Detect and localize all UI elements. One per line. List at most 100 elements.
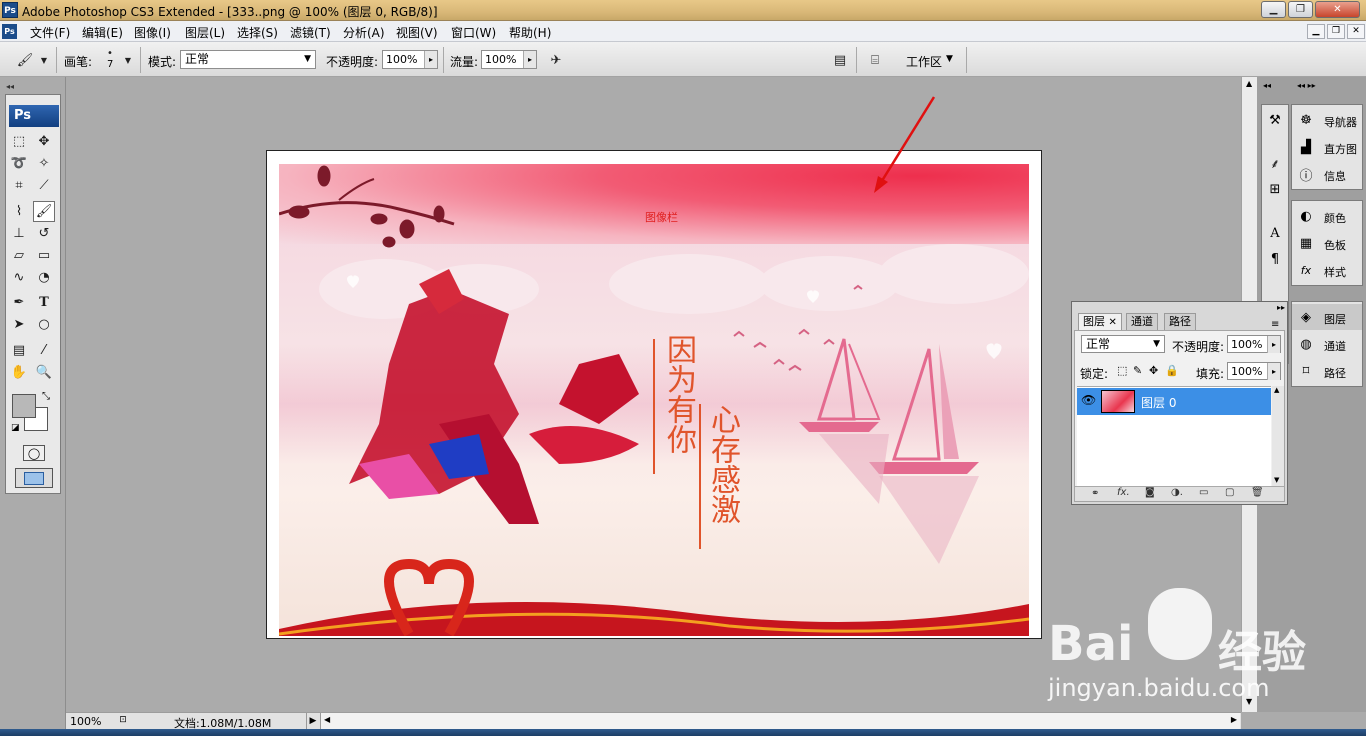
layer-row[interactable]: 👁 图层 0 (1077, 388, 1271, 415)
character-icon[interactable]: A (1264, 222, 1286, 244)
channels-tab[interactable]: ◍ 通道 (1292, 331, 1362, 357)
screen-mode-icon[interactable] (15, 468, 53, 488)
doc-close-button[interactable]: ✕ (1347, 24, 1365, 39)
swap-colors-icon[interactable]: ⤡ (42, 391, 50, 402)
lock-position-icon[interactable]: ✥ (1149, 364, 1158, 377)
zoom-icon[interactable]: ⊡ (116, 715, 130, 727)
navigator-tab[interactable]: ☸ 导航器 (1292, 107, 1362, 133)
shape-tool-icon[interactable]: ○ (33, 314, 55, 335)
magic-wand-tool-icon[interactable]: ✧ (33, 153, 55, 174)
foreground-color-swatch[interactable] (12, 394, 36, 418)
tab-paths[interactable]: 路径 (1164, 313, 1196, 330)
brush-tool-icon[interactable]: 🖌 (33, 201, 55, 222)
menu-image[interactable]: 图像(I) (134, 24, 171, 41)
collapse-icon[interactable]: ◂◂ (1263, 81, 1271, 90)
eye-icon[interactable]: 👁 (1081, 393, 1096, 407)
new-group-icon[interactable]: ▭ (1199, 487, 1208, 498)
collapse-icon[interactable]: ◂◂ (6, 82, 14, 91)
info-tab[interactable]: ⓘ 信息 (1292, 161, 1362, 187)
layer-name[interactable]: 图层 0 (1141, 394, 1176, 411)
menu-filter[interactable]: 滤镜(T) (290, 24, 331, 41)
lock-transparency-icon[interactable]: ⬚ (1117, 364, 1127, 377)
path-selection-tool-icon[interactable]: ➤ (8, 314, 30, 335)
swatches-tab[interactable]: ▦ 色板 (1292, 230, 1362, 256)
zoom-level[interactable]: 100% (70, 715, 101, 728)
lock-all-icon[interactable]: 🔒 (1165, 364, 1179, 377)
gradient-tool-icon[interactable]: ▭ (33, 245, 55, 266)
eraser-tool-icon[interactable]: ▱ (8, 245, 30, 266)
restore-button[interactable]: ❐ (1288, 1, 1313, 18)
palette-well-icon[interactable]: ▤ (830, 50, 850, 70)
notes-tool-icon[interactable]: ▤ (8, 340, 30, 361)
menu-edit[interactable]: 编辑(E) (82, 24, 123, 41)
tool-presets-icon[interactable]: ⚒ (1264, 109, 1286, 131)
menu-help[interactable]: 帮助(H) (509, 24, 551, 41)
move-tool-icon[interactable]: ✥ (33, 131, 55, 152)
doc-minimize-button[interactable]: ▁ (1307, 24, 1325, 39)
brush-dropdown-icon[interactable]: ▼ (122, 50, 134, 70)
brush-tip-icon[interactable]: • (103, 46, 117, 60)
clone-stamp-tool-icon[interactable]: ⊥ (8, 223, 30, 244)
styles-tab[interactable]: fx 样式 (1292, 257, 1362, 283)
mode-select[interactable]: 正常 ▼ (180, 50, 316, 69)
horizontal-scrollbar[interactable]: ◀ ▶ (320, 713, 1240, 729)
preset-dropdown-icon[interactable]: ▼ (38, 50, 50, 70)
pen-tool-icon[interactable]: ✒ (8, 292, 30, 313)
paths-tab[interactable]: ⌑ 路径 (1292, 358, 1362, 384)
workspace-button[interactable]: 工作区 (906, 53, 942, 70)
tab-layers[interactable]: 图层 ✕ (1078, 313, 1122, 330)
history-brush-tool-icon[interactable]: ↺ (33, 223, 55, 244)
lock-pixels-icon[interactable]: ✎ (1133, 364, 1142, 377)
marquee-tool-icon[interactable]: ⬚ (8, 131, 30, 152)
link-layers-icon[interactable]: ⚭ (1091, 488, 1099, 499)
clone-source-icon[interactable]: ⊞ (1264, 178, 1286, 200)
doc-restore-button[interactable]: ❐ (1327, 24, 1345, 39)
blur-tool-icon[interactable]: ∿ (8, 267, 30, 288)
blend-mode-select[interactable]: 正常 ▼ (1081, 335, 1165, 353)
quick-mask-icon[interactable]: ◯ (23, 445, 45, 461)
fill-input[interactable]: 100% ▸ (1227, 362, 1281, 380)
menu-file[interactable]: 文件(F) (30, 24, 70, 41)
eyedropper-tool-icon[interactable]: ⁄ (33, 340, 55, 361)
brushes-icon[interactable]: ⸙ (1264, 152, 1286, 174)
histogram-tab[interactable]: ▟ 直方图 (1292, 134, 1362, 160)
image-canvas[interactable]: 图像栏 因为有你 心存感激 (279, 164, 1029, 636)
collapse-icon[interactable]: ◂◂ ▸▸ (1297, 81, 1316, 90)
bridge-icon[interactable]: ⌸ (862, 50, 888, 70)
brush-preset-icon[interactable]: 🖌 (14, 50, 36, 70)
hand-tool-icon[interactable]: ✋ (8, 362, 30, 383)
panel-collapse-icon[interactable]: ▸▸ (1277, 303, 1285, 312)
trash-icon[interactable]: 🗑 (1251, 487, 1264, 498)
type-tool-icon[interactable]: T (33, 292, 55, 313)
menu-window[interactable]: 窗口(W) (451, 24, 496, 41)
lasso-tool-icon[interactable]: ➰ (8, 153, 30, 174)
fx-icon[interactable]: fx. (1117, 487, 1130, 498)
tab-channels[interactable]: 通道 (1126, 313, 1158, 330)
menu-app-icon[interactable]: Ps (2, 24, 17, 39)
flow-input[interactable]: 100% ▸ (481, 50, 537, 69)
crop-tool-icon[interactable]: ⌗ (8, 175, 30, 196)
color-tab[interactable]: ◐ 颜色 (1292, 203, 1362, 229)
workspace-chevron-icon[interactable]: ▼ (946, 54, 953, 64)
layers-tab[interactable]: ◈ 图层 (1292, 304, 1362, 330)
new-layer-icon[interactable]: ▢ (1225, 487, 1234, 498)
layer-opacity-input[interactable]: 100% ▸ (1227, 335, 1281, 353)
paragraph-icon[interactable]: ¶ (1264, 248, 1286, 270)
menu-view[interactable]: 视图(V) (396, 24, 438, 41)
dodge-tool-icon[interactable]: ◔ (33, 267, 55, 288)
menu-select[interactable]: 选择(S) (237, 24, 278, 41)
airbrush-icon[interactable]: ✈ (545, 50, 567, 70)
add-mask-icon[interactable]: ◙ (1145, 487, 1155, 498)
layers-scrollbar[interactable]: ▲ ▼ (1272, 386, 1284, 486)
healing-brush-tool-icon[interactable]: ⌇ (8, 201, 30, 222)
default-colors-icon[interactable]: ◪ (11, 423, 20, 433)
panel-menu-icon[interactable]: ≡ (1271, 319, 1279, 330)
slice-tool-icon[interactable]: ⟋ (33, 175, 55, 196)
opacity-input[interactable]: 100% ▸ (382, 50, 438, 69)
menu-analysis[interactable]: 分析(A) (343, 24, 385, 41)
minimize-button[interactable]: ▁ (1261, 1, 1286, 18)
zoom-tool-icon[interactable]: 🔍 (33, 362, 55, 383)
adjustment-layer-icon[interactable]: ◑. (1171, 487, 1183, 498)
menu-layer[interactable]: 图层(L) (185, 24, 225, 41)
status-menu-arrow-icon[interactable]: ▶ (306, 713, 319, 729)
